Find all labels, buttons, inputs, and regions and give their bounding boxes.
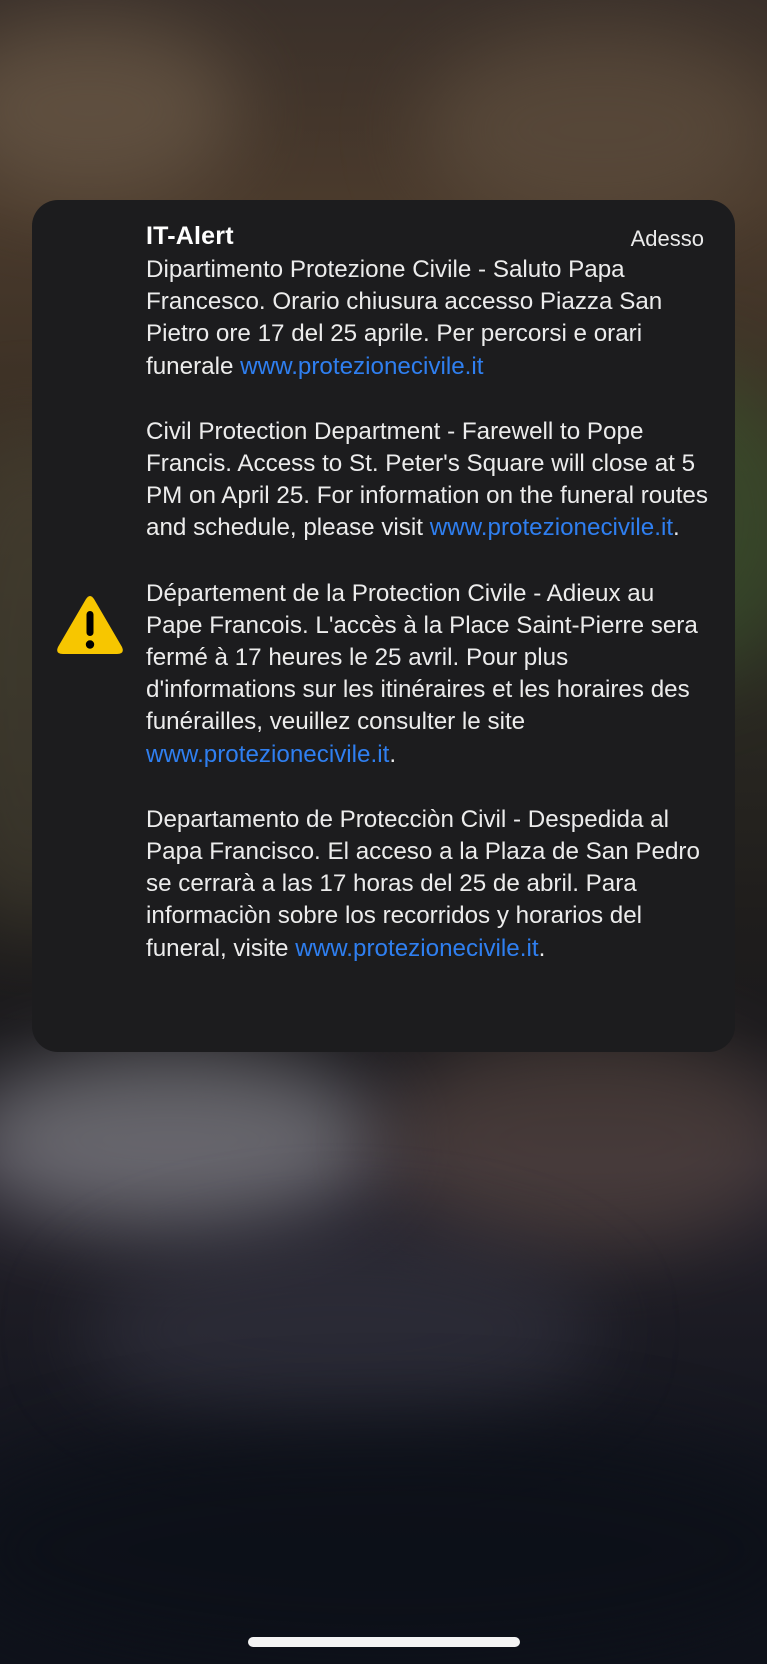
alert-app-name: IT-Alert — [146, 222, 234, 250]
alert-timestamp: Adesso — [630, 226, 704, 251]
paragraph-suffix: . — [673, 514, 680, 542]
protezionecivile-link[interactable]: www.protezionecivile.it — [146, 741, 389, 768]
alert-paragraph-english: Civil Protection Department - Farewell t… — [146, 416, 712, 545]
home-indicator[interactable] — [248, 1637, 520, 1647]
protezionecivile-link[interactable]: www.protezionecivile.it — [295, 935, 538, 962]
paragraph-text: Département de la Protection Civile - Ad… — [146, 579, 698, 736]
emergency-alert-notification[interactable]: IT-Alert Adesso Dipartimento Protezione … — [32, 200, 735, 1052]
alert-paragraph-italian: Dipartimento Protezione Civile - Saluto … — [146, 254, 712, 383]
paragraph-suffix: . — [389, 740, 397, 768]
protezionecivile-link[interactable]: www.protezionecivile.it — [430, 514, 673, 541]
paragraph-suffix: . — [538, 934, 546, 962]
alert-paragraph-french: Département de la Protection Civile - Ad… — [146, 578, 712, 771]
alert-paragraph-spanish: Departamento de Protecciòn Civil - Despe… — [146, 804, 712, 965]
warning-triangle-icon — [56, 594, 124, 656]
alert-message: Dipartimento Protezione Civile - Saluto … — [146, 254, 712, 965]
protezionecivile-link[interactable]: www.protezionecivile.it — [240, 353, 483, 380]
